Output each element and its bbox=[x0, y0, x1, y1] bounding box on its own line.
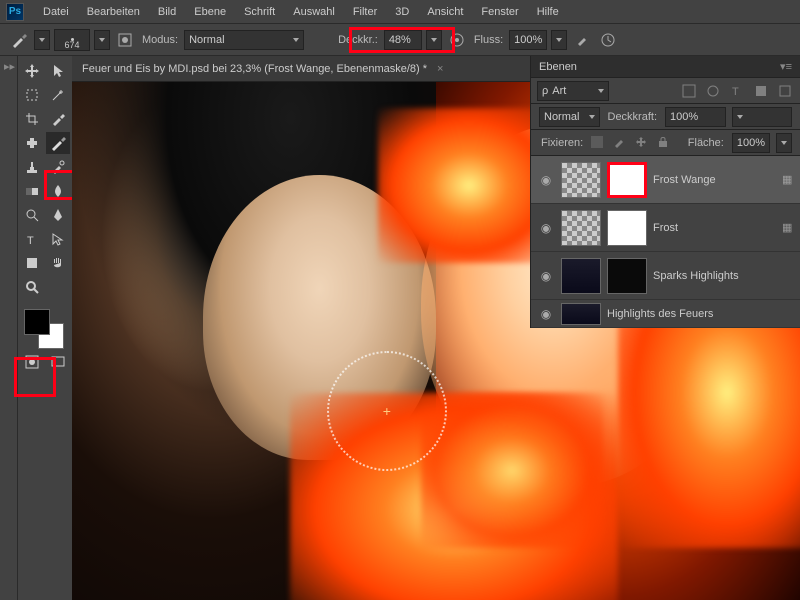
lock-pixels-icon[interactable] bbox=[613, 136, 629, 150]
menu-select[interactable]: Auswahl bbox=[284, 6, 344, 18]
layer-mask-thumb[interactable] bbox=[607, 162, 647, 198]
panel-header[interactable]: Ebenen ▾≡ bbox=[531, 56, 800, 78]
zoom-tool[interactable] bbox=[20, 276, 44, 298]
airbrush-icon[interactable] bbox=[571, 29, 593, 51]
lock-transparent-icon[interactable] bbox=[591, 136, 607, 150]
lock-position-icon[interactable] bbox=[635, 136, 651, 150]
layer-row[interactable]: ◉ Highlights des Feuers bbox=[531, 300, 800, 328]
layer-mask-thumb[interactable] bbox=[607, 258, 647, 294]
menu-view[interactable]: Ansicht bbox=[418, 6, 472, 18]
svg-text:T: T bbox=[732, 86, 739, 98]
menu-layer[interactable]: Ebene bbox=[185, 6, 235, 18]
type-tool[interactable]: T bbox=[20, 228, 44, 250]
brush-tool[interactable] bbox=[46, 132, 70, 154]
marquee-tool[interactable] bbox=[20, 84, 44, 106]
layer-filter-row: ρArt T bbox=[531, 78, 800, 104]
brush-panel-icon[interactable] bbox=[114, 29, 136, 51]
tool-preset-dropdown[interactable] bbox=[34, 30, 50, 50]
tablet-pressure-icon[interactable] bbox=[597, 29, 619, 51]
layer-thumb[interactable] bbox=[561, 303, 601, 325]
highlight-fg-color bbox=[14, 357, 56, 397]
layer-fill-input[interactable]: 100% bbox=[732, 133, 770, 153]
filter-type-icon[interactable]: T bbox=[730, 84, 746, 98]
visibility-icon[interactable]: ◉ bbox=[537, 305, 555, 323]
brush-tool-icon bbox=[8, 29, 30, 51]
layer-row[interactable]: ◉ Frost ▦ bbox=[531, 204, 800, 252]
filter-pixel-icon[interactable] bbox=[682, 84, 698, 98]
visibility-icon[interactable]: ◉ bbox=[537, 171, 555, 189]
menu-edit[interactable]: Bearbeiten bbox=[78, 6, 149, 18]
brush-preview[interactable]: 674 bbox=[54, 29, 90, 51]
toolbox: T bbox=[18, 56, 72, 600]
lock-all-icon[interactable] bbox=[657, 136, 673, 150]
menu-3d[interactable]: 3D bbox=[386, 6, 418, 18]
menubar: Ps Datei Bearbeiten Bild Ebene Schrift A… bbox=[0, 0, 800, 24]
stamp-tool[interactable] bbox=[20, 156, 44, 178]
flow-input[interactable]: 100% bbox=[509, 30, 547, 50]
filter-smart-icon[interactable] bbox=[778, 84, 794, 98]
color-swatches[interactable] bbox=[24, 309, 68, 349]
layer-link-icon[interactable]: ▦ bbox=[782, 173, 794, 186]
shape-tool[interactable] bbox=[20, 252, 44, 274]
menu-type[interactable]: Schrift bbox=[235, 6, 284, 18]
app-logo: Ps bbox=[6, 3, 24, 21]
hand-tool[interactable] bbox=[46, 252, 70, 274]
svg-text:T: T bbox=[27, 235, 34, 247]
flow-dropdown[interactable] bbox=[551, 30, 567, 50]
layer-link-icon[interactable]: ▦ bbox=[782, 221, 794, 234]
layer-blend-dropdown[interactable]: Normal bbox=[539, 107, 600, 127]
visibility-icon[interactable]: ◉ bbox=[537, 267, 555, 285]
path-tool[interactable] bbox=[46, 228, 70, 250]
menu-filter[interactable]: Filter bbox=[344, 6, 386, 18]
layers-panel: Ebenen ▾≡ ρArt T Normal Deckkraft: 100% … bbox=[530, 56, 800, 328]
menu-image[interactable]: Bild bbox=[149, 6, 185, 18]
layer-thumb[interactable] bbox=[561, 258, 601, 294]
brush-dropdown[interactable] bbox=[94, 30, 110, 50]
move-tool[interactable] bbox=[20, 60, 44, 82]
layer-thumb[interactable] bbox=[561, 210, 601, 246]
pen-tool[interactable] bbox=[46, 204, 70, 226]
layer-name[interactable]: Frost bbox=[653, 222, 776, 234]
layer-name[interactable]: Highlights des Feuers bbox=[607, 308, 794, 320]
dodge-tool[interactable] bbox=[20, 204, 44, 226]
layer-row[interactable]: ◉ Sparks Highlights bbox=[531, 252, 800, 300]
filter-type-dropdown[interactable]: ρArt bbox=[537, 81, 609, 101]
blend-mode-dropdown[interactable]: Normal bbox=[184, 30, 304, 50]
blend-row: Normal Deckkraft: 100% bbox=[531, 104, 800, 130]
foreground-color[interactable] bbox=[24, 309, 50, 335]
crop-tool[interactable] bbox=[20, 108, 44, 130]
highlight-opacity bbox=[349, 27, 455, 53]
mode-label: Modus: bbox=[142, 34, 178, 46]
visibility-icon[interactable]: ◉ bbox=[537, 219, 555, 237]
filter-adjust-icon[interactable] bbox=[706, 84, 722, 98]
menu-window[interactable]: Fenster bbox=[472, 6, 527, 18]
lock-row: Fixieren: Fläche: 100% bbox=[531, 130, 800, 156]
layer-opacity-dropdown[interactable] bbox=[732, 107, 793, 127]
eyedropper-tool[interactable] bbox=[46, 108, 70, 130]
flow-label: Fluss: bbox=[474, 34, 503, 46]
layer-opacity-input[interactable]: 100% bbox=[665, 107, 726, 127]
healing-tool[interactable] bbox=[20, 132, 44, 154]
arrow-tool[interactable] bbox=[46, 60, 70, 82]
layer-mask-thumb[interactable] bbox=[607, 210, 647, 246]
menu-file[interactable]: Datei bbox=[34, 6, 78, 18]
layer-fill-dropdown[interactable] bbox=[776, 133, 792, 153]
panel-dock-left: ▸▸ bbox=[0, 56, 18, 600]
layer-thumb[interactable] bbox=[561, 162, 601, 198]
menu-help[interactable]: Hilfe bbox=[528, 6, 568, 18]
layer-row[interactable]: ◉ Frost Wange ▦ bbox=[531, 156, 800, 204]
layer-name[interactable]: Frost Wange bbox=[653, 174, 776, 186]
layer-name[interactable]: Sparks Highlights bbox=[653, 270, 794, 282]
filter-shape-icon[interactable] bbox=[754, 84, 770, 98]
wand-tool[interactable] bbox=[46, 84, 70, 106]
gradient-tool[interactable] bbox=[20, 180, 44, 202]
